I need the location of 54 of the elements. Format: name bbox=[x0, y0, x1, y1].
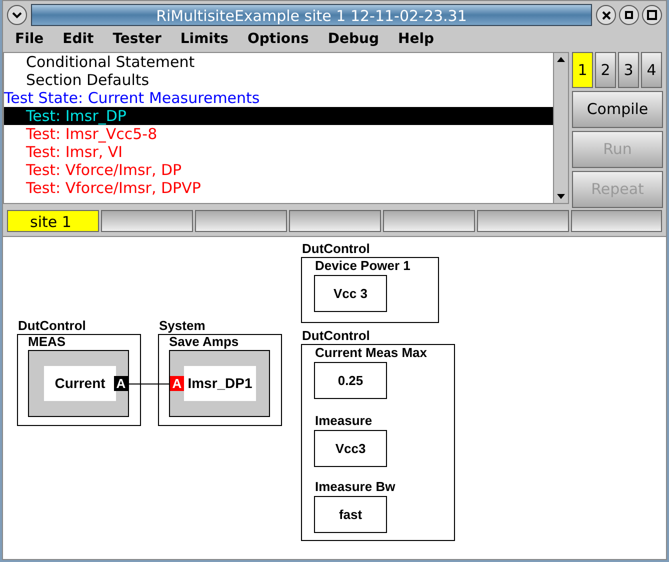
parameter-label: Imeasure bbox=[315, 413, 372, 429]
value-field: Vcc3 bbox=[314, 430, 387, 467]
action-button[interactable]: Compile bbox=[572, 91, 663, 128]
scrollbar[interactable] bbox=[553, 53, 568, 203]
menu-item[interactable]: Edit bbox=[62, 28, 94, 50]
tree-item[interactable]: Test: Vforce/Imsr, DPVP bbox=[4, 179, 553, 197]
maximize-icon bbox=[647, 10, 657, 20]
block-category: DutControl bbox=[302, 328, 370, 344]
menu-item[interactable]: Debug bbox=[328, 28, 379, 50]
window-menu-button[interactable] bbox=[7, 5, 27, 25]
tree-item[interactable]: Test: Imsr_DP bbox=[4, 107, 553, 125]
site-button[interactable]: 4 bbox=[641, 52, 662, 88]
site-button[interactable]: 2 bbox=[595, 52, 616, 88]
tree-item[interactable]: Test: Imsr, VI bbox=[4, 143, 553, 161]
port-label: A bbox=[114, 376, 128, 391]
tree-item[interactable]: Conditional Statement bbox=[4, 53, 553, 71]
menu-item[interactable]: File bbox=[15, 28, 44, 50]
port-label: A bbox=[170, 376, 184, 391]
block-title: Save Amps bbox=[169, 334, 239, 350]
menu-item[interactable]: Limits bbox=[180, 28, 228, 50]
minimize-icon bbox=[625, 11, 633, 19]
site-tab[interactable] bbox=[101, 210, 193, 232]
minimize-button[interactable] bbox=[619, 5, 639, 25]
value-field: Vcc 3 bbox=[314, 275, 387, 312]
tree-item[interactable]: Test: Imsr_Vcc5-8 bbox=[4, 125, 553, 143]
block-category: System bbox=[159, 318, 206, 334]
site-tab[interactable]: site 1 bbox=[7, 210, 99, 232]
maximize-button[interactable] bbox=[642, 5, 662, 25]
site-tab[interactable] bbox=[195, 210, 287, 232]
window-title: RiMultisiteExample site 1 12-11-02-23.31 bbox=[31, 4, 592, 26]
tree-item[interactable]: Test: Vforce/Imsr, DP bbox=[4, 161, 553, 179]
menu-item[interactable]: Help bbox=[398, 28, 434, 50]
parameter-label: Device Power 1 bbox=[315, 258, 410, 274]
tree-item[interactable]: Test State: Current Measurements bbox=[4, 89, 553, 107]
value-field: Current bbox=[44, 366, 116, 401]
value-field: 0.25 bbox=[314, 362, 387, 399]
value-field: Imsr_DP1 bbox=[184, 366, 256, 401]
parameter-label: Imeasure Bw bbox=[315, 479, 396, 495]
site-button[interactable]: 3 bbox=[618, 52, 639, 88]
value-field: fast bbox=[314, 496, 387, 533]
close-button[interactable] bbox=[596, 5, 616, 25]
menu-item[interactable]: Options bbox=[248, 28, 309, 50]
site-tab[interactable] bbox=[383, 210, 475, 232]
site-button[interactable]: 1 bbox=[572, 52, 593, 88]
menu-item[interactable]: Tester bbox=[112, 28, 162, 50]
parameter-label: Current Meas Max bbox=[315, 345, 427, 361]
tree-item[interactable]: Section Defaults bbox=[4, 71, 553, 89]
site-tab[interactable] bbox=[477, 210, 569, 232]
site-tab[interactable] bbox=[289, 210, 381, 232]
chevron-down-icon bbox=[12, 12, 22, 18]
close-icon bbox=[602, 10, 610, 20]
block-title: MEAS bbox=[28, 334, 66, 350]
block-category: DutControl bbox=[302, 241, 370, 257]
block-category: DutControl bbox=[18, 318, 86, 334]
